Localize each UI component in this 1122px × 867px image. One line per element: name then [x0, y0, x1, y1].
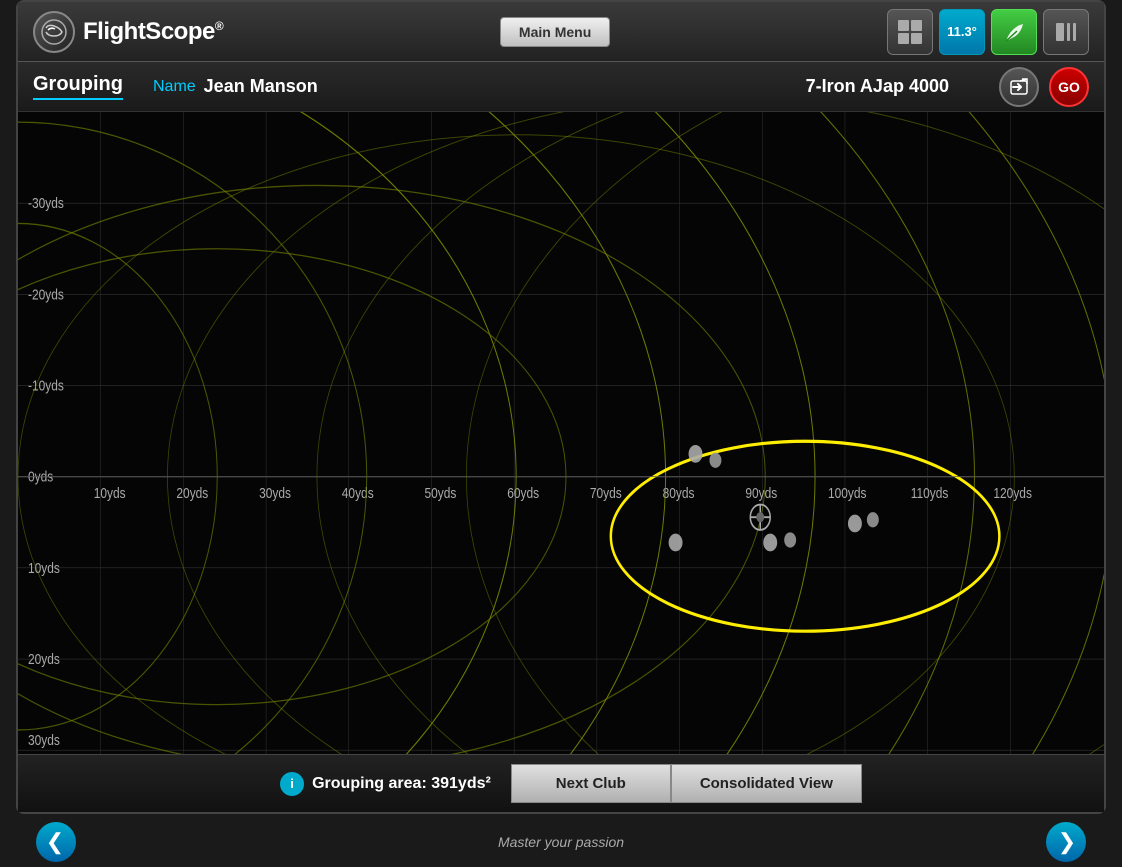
leaf-button[interactable] — [991, 9, 1037, 55]
svg-text:110yds: 110yds — [911, 485, 949, 502]
svg-text:120yds: 120yds — [993, 485, 1032, 502]
grid-view-button[interactable] — [887, 9, 933, 55]
section-title: Grouping — [33, 73, 123, 100]
svg-text:10yds: 10yds — [94, 485, 126, 502]
svg-text:-30yds: -30yds — [28, 195, 64, 212]
back-button[interactable]: ❮ — [36, 822, 76, 862]
player-name: Jean Manson — [204, 76, 318, 97]
svg-text:30yds: 30yds — [28, 732, 60, 749]
forward-button[interactable]: ❯ — [1046, 822, 1086, 862]
next-club-button[interactable]: Next Club — [511, 764, 671, 803]
svg-text:60yds: 60yds — [507, 485, 539, 502]
chart-area: -30yds -20yds -10yds 0yds 10yds 20yds 30… — [18, 112, 1104, 754]
svg-text:100yds: 100yds — [828, 485, 867, 502]
top-right-icons: 11.3° — [887, 9, 1089, 55]
svg-text:80yds: 80yds — [663, 485, 695, 502]
svg-text:20yds: 20yds — [176, 485, 208, 502]
grouping-info: i Grouping area: 391yds² — [260, 772, 511, 796]
svg-text:90yds: 90yds — [745, 485, 777, 502]
info-icon: i — [280, 772, 304, 796]
logo-area: FlightScope® — [33, 11, 223, 53]
svg-text:20yds: 20yds — [28, 651, 60, 668]
name-label: Name — [153, 78, 196, 96]
svg-text:70yds: 70yds — [590, 485, 622, 502]
svg-text:10yds: 10yds — [28, 560, 60, 577]
name-area: Name Jean Manson — [153, 76, 318, 97]
angle-button[interactable]: 11.3° — [939, 9, 985, 55]
svg-text:40yds: 40yds — [342, 485, 374, 502]
panels-button[interactable] — [1043, 9, 1089, 55]
logo-icon — [33, 11, 75, 53]
svg-text:30yds: 30yds — [259, 485, 291, 502]
club-name: 7-Iron AJap 4000 — [806, 76, 949, 97]
main-menu-button[interactable]: Main Menu — [500, 17, 610, 47]
app-title: FlightScope® — [83, 18, 223, 46]
grouping-area-text: Grouping area: 391yds² — [312, 775, 491, 793]
consolidated-view-button[interactable]: Consolidated View — [671, 764, 862, 803]
tagline: Master your passion — [498, 834, 624, 850]
svg-text:-20yds: -20yds — [28, 286, 64, 303]
svg-text:50yds: 50yds — [425, 485, 457, 502]
go-button[interactable]: GO — [1049, 67, 1089, 107]
share-button[interactable] — [999, 67, 1039, 107]
